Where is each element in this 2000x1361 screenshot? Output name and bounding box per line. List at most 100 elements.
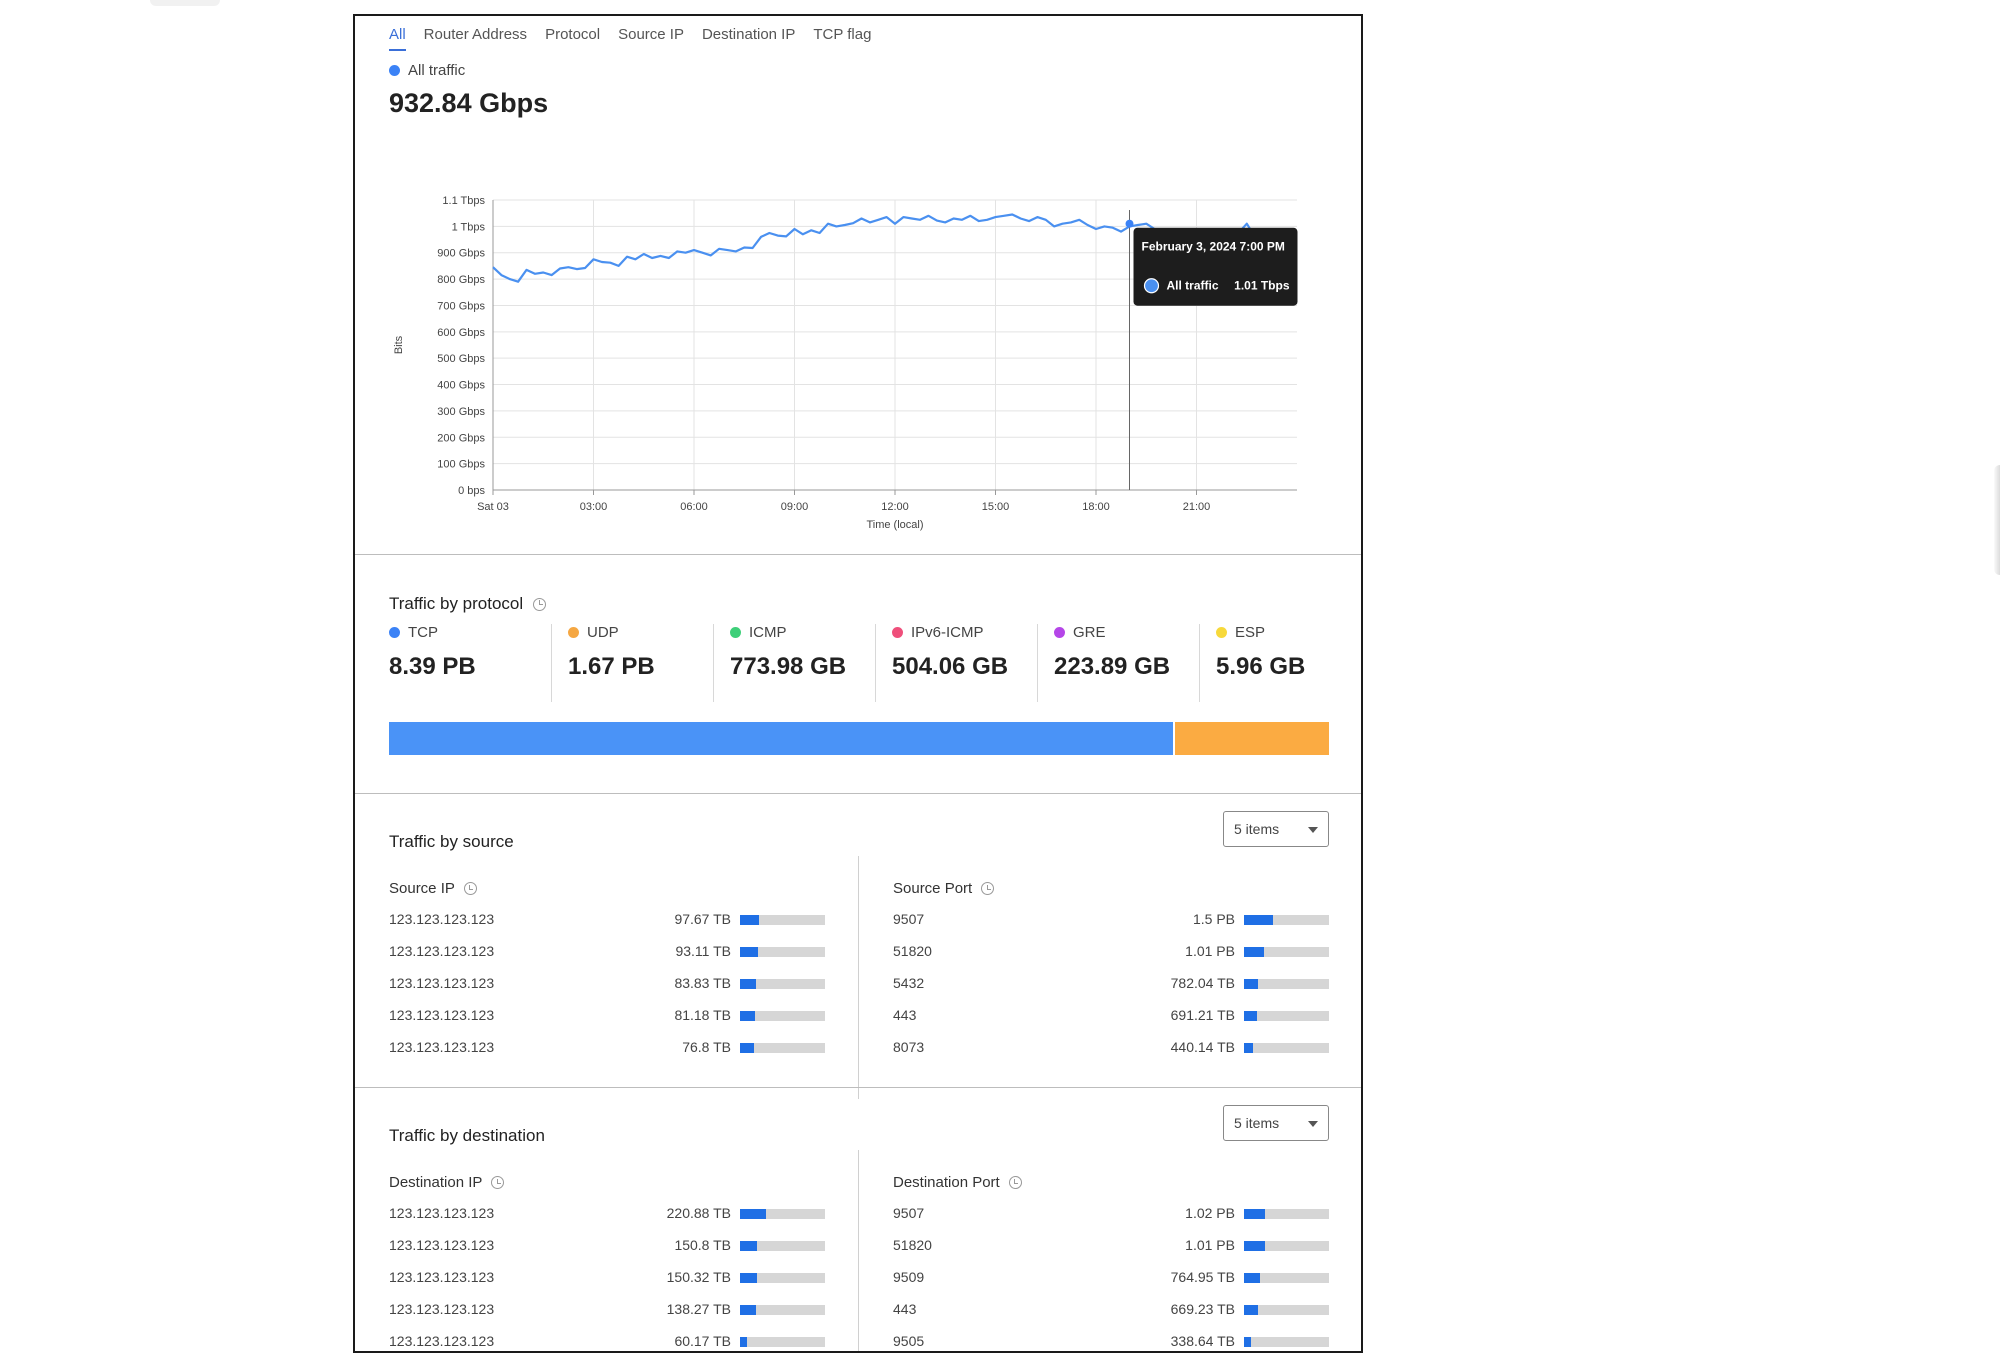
row-bar-fill xyxy=(740,1043,755,1053)
clock-icon[interactable] xyxy=(1008,1176,1022,1189)
row-bar-track xyxy=(740,1011,825,1021)
tab-tcp-flag[interactable]: TCP flag xyxy=(813,26,871,51)
row-value: 97.67 TB xyxy=(674,911,731,927)
protocol-esp[interactable]: ESP 5.96 GB xyxy=(1199,624,1361,702)
row-bar-fill xyxy=(1244,1337,1251,1347)
protocol-ipv6-icmp[interactable]: IPv6-ICMP 504.06 GB xyxy=(875,624,1037,702)
row-label: 443 xyxy=(893,1007,917,1023)
protocol-value: 5.96 GB xyxy=(1216,653,1306,680)
list-row[interactable]: 123.123.123.123 97.67 TB xyxy=(389,911,825,943)
y-tick-label: 1.1 Tbps xyxy=(442,195,485,207)
list-row[interactable]: 123.123.123.123 83.83 TB xyxy=(389,975,825,1007)
traffic-line-chart[interactable]: 1.1 Tbps 1 Tbps 900 Gbps 800 Gbps 700 Gbps 60… xyxy=(355,166,1361,546)
list-row[interactable]: 443 669.23 TB xyxy=(893,1301,1329,1333)
list-row[interactable]: 51820 1.01 PB xyxy=(893,1237,1329,1269)
list-row[interactable]: 9505 338.64 TB xyxy=(893,1333,1329,1351)
y-tick-label: 100 Gbps xyxy=(437,459,485,471)
source-items-select[interactable]: 5 items xyxy=(1223,811,1329,847)
chart-legend[interactable]: All traffic xyxy=(389,62,465,79)
row-value: 1.02 PB xyxy=(1185,1205,1235,1221)
protocol-udp[interactable]: UDP 1.67 PB xyxy=(551,624,713,702)
caret-down-icon xyxy=(1308,827,1318,833)
tab-router-address[interactable]: Router Address xyxy=(424,26,527,51)
list-row[interactable]: 51820 1.01 PB xyxy=(893,943,1329,975)
row-value: 691.21 TB xyxy=(1170,1007,1235,1023)
source-ip-list: 123.123.123.123 97.67 TB 123.123.123.123 93… xyxy=(389,911,825,1071)
clock-icon[interactable] xyxy=(463,882,477,895)
column-divider xyxy=(858,856,859,1099)
protocol-name: ESP xyxy=(1235,624,1266,641)
list-row[interactable]: 123.123.123.123 138.27 TB xyxy=(389,1301,825,1333)
protocol-bar-segment[interactable] xyxy=(1172,722,1329,755)
row-bar-fill xyxy=(740,947,758,957)
row-value: 83.83 TB xyxy=(674,975,731,991)
protocol-gre[interactable]: GRE 223.89 GB xyxy=(1037,624,1199,702)
row-bar-track xyxy=(1244,947,1329,957)
list-row[interactable]: 8073 440.14 TB xyxy=(893,1039,1329,1071)
x-tick-label: Sat 03 xyxy=(477,501,509,513)
list-title-text: Source Port xyxy=(893,880,973,897)
protocol-tcp[interactable]: TCP 8.39 PB xyxy=(389,624,551,702)
clock-icon[interactable] xyxy=(533,597,547,611)
legend-dot-icon xyxy=(389,65,400,76)
x-tick-label: 18:00 xyxy=(1082,501,1110,513)
protocol-value: 8.39 PB xyxy=(389,653,476,680)
row-label: 9509 xyxy=(893,1269,925,1285)
list-row[interactable]: 5432 782.04 TB xyxy=(893,975,1329,1007)
protocol-bar-segment[interactable] xyxy=(389,722,1173,755)
protocol-value: 773.98 GB xyxy=(730,653,847,680)
row-bar-fill xyxy=(1244,979,1259,989)
row-label: 8073 xyxy=(893,1039,925,1055)
esp-dot-icon xyxy=(1216,627,1227,638)
row-bar-track xyxy=(1244,1011,1329,1021)
source-port-title: Source Port xyxy=(893,880,995,897)
protocol-share-bar[interactable] xyxy=(389,722,1329,755)
row-label: 9507 xyxy=(893,911,925,927)
scrollbar-edge[interactable] xyxy=(1994,465,2000,575)
tooltip-series-dot-icon xyxy=(1143,278,1160,294)
caret-down-icon xyxy=(1308,1121,1318,1127)
protocol-value: 504.06 GB xyxy=(892,653,1009,680)
row-bar-fill xyxy=(740,1305,757,1315)
row-value: 81.18 TB xyxy=(674,1007,731,1023)
row-bar-track xyxy=(740,1337,825,1347)
tab-protocol[interactable]: Protocol xyxy=(545,26,600,51)
row-value: 440.14 TB xyxy=(1170,1039,1235,1055)
list-row[interactable]: 443 691.21 TB xyxy=(893,1007,1329,1039)
protocol-icmp[interactable]: ICMP 773.98 GB xyxy=(713,624,875,702)
clock-icon[interactable] xyxy=(491,1176,505,1189)
row-label: 5432 xyxy=(893,975,925,991)
y-tick-label: 500 Gbps xyxy=(437,353,485,365)
tab-source-ip[interactable]: Source IP xyxy=(618,26,684,51)
row-bar-track xyxy=(740,947,825,957)
traffic-panel: All Router Address Protocol Source IP De… xyxy=(353,14,1363,1353)
list-row[interactable]: 123.123.123.123 150.8 TB xyxy=(389,1237,825,1269)
destination-items-select[interactable]: 5 items xyxy=(1223,1105,1329,1141)
row-bar-track xyxy=(1244,915,1329,925)
row-label: 9507 xyxy=(893,1205,925,1221)
protocol-name: TCP xyxy=(408,624,438,641)
list-row[interactable]: 123.123.123.123 81.18 TB xyxy=(389,1007,825,1039)
list-row[interactable]: 123.123.123.123 220.88 TB xyxy=(389,1205,825,1237)
list-row[interactable]: 123.123.123.123 76.8 TB xyxy=(389,1039,825,1071)
list-title-text: Destination Port xyxy=(893,1174,1000,1191)
tab-destination-ip[interactable]: Destination IP xyxy=(702,26,795,51)
y-tick-label: 200 Gbps xyxy=(437,432,485,444)
tab-bar: All Router Address Protocol Source IP De… xyxy=(389,26,871,51)
row-bar-track xyxy=(1244,1043,1329,1053)
row-label: 51820 xyxy=(893,943,932,959)
row-bar-fill xyxy=(1244,1305,1258,1315)
list-row[interactable]: 123.123.123.123 150.32 TB xyxy=(389,1269,825,1301)
list-row[interactable]: 9507 1.02 PB xyxy=(893,1205,1329,1237)
clock-icon[interactable] xyxy=(981,882,995,895)
total-traffic-value: 932.84 Gbps xyxy=(389,88,549,118)
list-row[interactable]: 123.123.123.123 60.17 TB xyxy=(389,1333,825,1351)
list-row[interactable]: 123.123.123.123 93.11 TB xyxy=(389,943,825,975)
tab-all[interactable]: All xyxy=(389,26,406,51)
row-value: 220.88 TB xyxy=(666,1205,731,1221)
row-bar-fill xyxy=(740,1273,757,1283)
row-label: 51820 xyxy=(893,1237,932,1253)
list-row[interactable]: 9509 764.95 TB xyxy=(893,1269,1329,1301)
row-label: 123.123.123.123 xyxy=(389,1237,495,1253)
list-row[interactable]: 9507 1.5 PB xyxy=(893,911,1329,943)
